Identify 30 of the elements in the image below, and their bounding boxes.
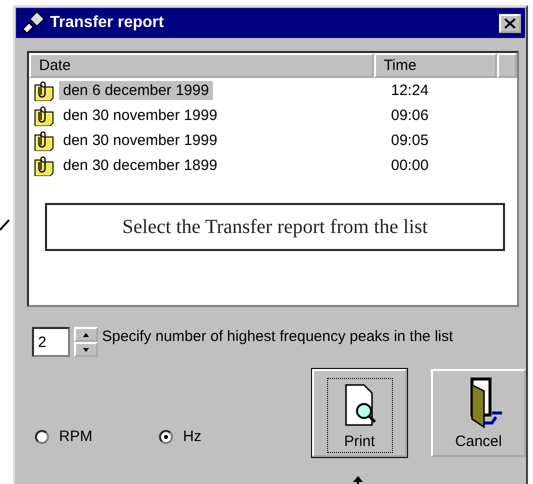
- time-cell-text: 00:00: [390, 157, 429, 174]
- window-title: Transfer report: [50, 14, 165, 32]
- list-item[interactable]: den 30 november 1999: [59, 106, 222, 125]
- arrow-icon: [352, 476, 364, 484]
- time-cell-text: 09:06: [390, 107, 429, 124]
- list-item[interactable]: den 30 december 1899: [59, 156, 222, 175]
- time-cell-text: 12:24: [390, 82, 429, 99]
- close-button[interactable]: [499, 14, 521, 32]
- radio-label: RPM: [59, 428, 92, 445]
- radio-button[interactable]: [35, 430, 49, 444]
- radio-button[interactable]: [159, 430, 173, 444]
- spinner[interactable]: [74, 327, 98, 357]
- leader-line: [0, 218, 10, 232]
- peaks-label: Specify number of highest frequency peaks in the list: [102, 327, 454, 347]
- number-field[interactable]: 2: [32, 327, 70, 357]
- satellite-icon: [20, 12, 46, 34]
- folder-clip-icon: [33, 106, 55, 126]
- cancel-button[interactable]: Cancel: [431, 369, 526, 457]
- list-item[interactable]: den 30 november 1999: [59, 131, 222, 150]
- folder-clip-icon: [33, 130, 55, 150]
- folder-clip-icon: [33, 80, 55, 100]
- radio-label: Hz: [183, 428, 202, 445]
- folder-clip-icon: [33, 156, 55, 176]
- callout-box: Select the Transfer report from the list: [45, 203, 505, 251]
- time-cell-text: 09:05: [390, 132, 429, 149]
- close-icon: [504, 18, 516, 28]
- column-header[interactable]: Time: [374, 53, 497, 78]
- print-button[interactable]: Print: [312, 369, 407, 457]
- column-header[interactable]: Date: [29, 53, 374, 78]
- list-item[interactable]: den 6 december 1999: [59, 81, 213, 100]
